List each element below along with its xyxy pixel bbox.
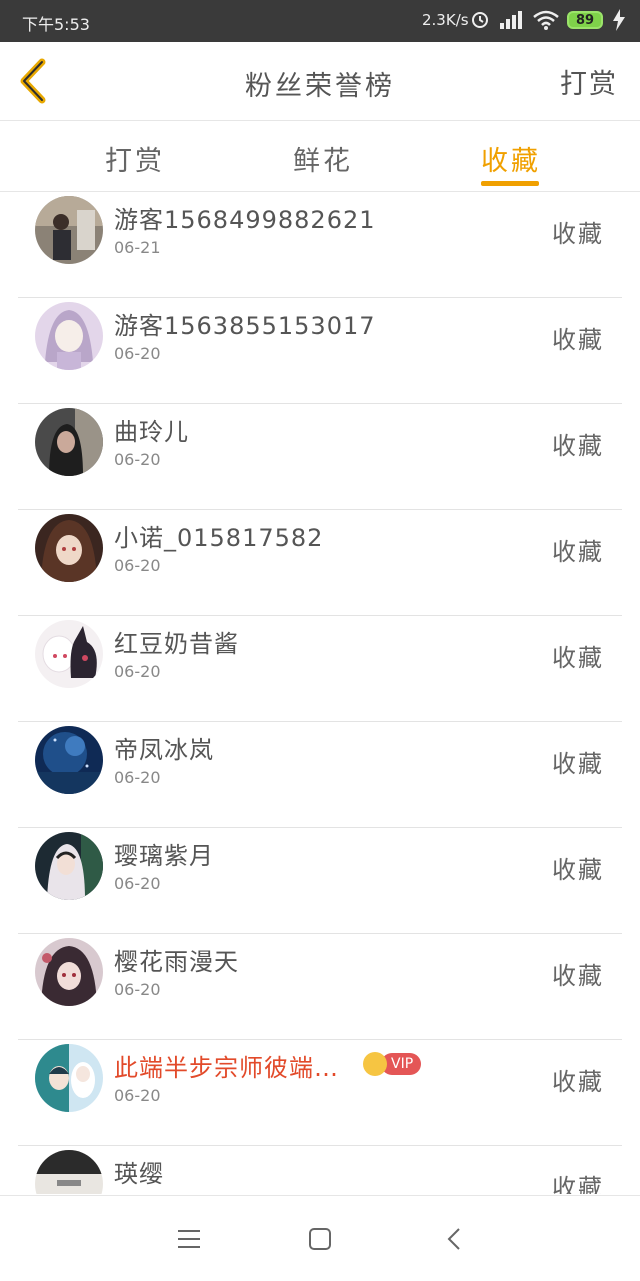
action-label: 收藏 [552,1174,604,1194]
avatar [35,196,103,264]
action-label: 收藏 [552,1068,604,1096]
avatar [35,1150,103,1194]
list-item[interactable]: 游客1568499882621 06-21 收藏 [18,192,622,298]
avatar [35,302,103,370]
fan-date: 06-20 [114,556,161,575]
avatar [35,620,103,688]
action-label: 收藏 [552,432,604,460]
back-nav-icon[interactable] [440,1224,470,1254]
home-icon[interactable] [305,1224,335,1254]
list-item[interactable]: 璎璃紫月 06-20 收藏 [18,828,622,934]
signal-icon [500,11,522,29]
fan-date: 06-20 [114,450,161,469]
fan-name: 璎璃紫月 [114,842,214,870]
reward-button[interactable]: 打赏 [560,62,618,101]
action-label: 收藏 [552,220,604,248]
action-label: 收藏 [552,644,604,672]
list-item[interactable]: 曲玲儿 06-20 收藏 [18,404,622,510]
fan-date: 06-20 [114,344,161,363]
action-label: 收藏 [552,538,604,566]
vip-label: VIP [381,1053,422,1075]
avatar [35,514,103,582]
fan-name: 帝凤冰岚 [114,736,214,764]
tab-favorites[interactable]: 收藏 [481,139,541,178]
tab-flowers[interactable]: 鲜花 [293,139,353,178]
avatar [35,832,103,900]
vip-badge: VIP [363,1052,422,1076]
list-item[interactable]: 游客1563855153017 06-20 收藏 [18,298,622,404]
fan-date: 06-20 [114,768,161,787]
fan-name: 小诺_015817582 [114,524,324,552]
battery-level: 89 [575,12,595,28]
charging-icon [613,9,625,31]
list-item[interactable]: 帝凤冰岚 06-20 收藏 [18,722,622,828]
fan-date: 06-20 [114,1086,161,1105]
fan-name: 樱花雨漫天 [114,948,239,976]
avatar [35,408,103,476]
fan-name: 曲玲儿 [114,418,189,446]
wifi-icon [533,10,559,30]
action-label: 收藏 [552,962,604,990]
tab-reward[interactable]: 打赏 [105,139,165,178]
app-header: 粉丝荣誉榜 打赏 [0,42,640,121]
status-time: 下午5:53 [22,15,90,34]
fan-name: 瑛缨 [114,1160,164,1188]
active-tab-indicator [481,181,539,186]
crown-icon [363,1052,387,1076]
alarm-icon [472,12,488,28]
action-label: 收藏 [552,326,604,354]
fan-date: 06-20 [114,980,161,999]
fan-name: 红豆奶昔酱 [114,630,239,658]
status-bar: 下午5:53 2.3K/s 89 [0,0,640,42]
fan-list: 游客1568499882621 06-21 收藏 游客1563855153017… [0,192,640,1194]
action-label: 收藏 [552,856,604,884]
list-item[interactable]: 此端半步宗师彼端… VIP 06-20 收藏 [18,1040,622,1146]
list-item[interactable]: 红豆奶昔酱 06-20 收藏 [18,616,622,722]
network-speed: 2.3K/s [422,11,469,29]
list-item[interactable]: 樱花雨漫天 06-20 收藏 [18,934,622,1040]
fan-name: 此端半步宗师彼端… [114,1054,339,1082]
action-label: 收藏 [552,750,604,778]
fan-name: 游客1568499882621 [114,206,376,234]
list-item[interactable]: 小诺_015817582 06-20 收藏 [18,510,622,616]
page-title: 粉丝荣誉榜 [245,71,395,102]
fan-name: 游客1563855153017 [114,312,376,340]
battery-icon: 89 [567,11,603,29]
fan-date: 06-21 [114,238,161,257]
avatar [35,938,103,1006]
fan-date: 06-20 [114,662,161,681]
menu-icon[interactable] [174,1224,204,1254]
tab-bar: 打赏 鲜花 收藏 [0,121,640,192]
list-item[interactable]: 瑛缨 06-19 收藏 [18,1146,622,1194]
avatar [35,1044,103,1112]
fan-date: 06-20 [114,874,161,893]
system-nav-bar [0,1195,640,1281]
fan-date: 06-19 [114,1192,161,1194]
avatar [35,726,103,794]
